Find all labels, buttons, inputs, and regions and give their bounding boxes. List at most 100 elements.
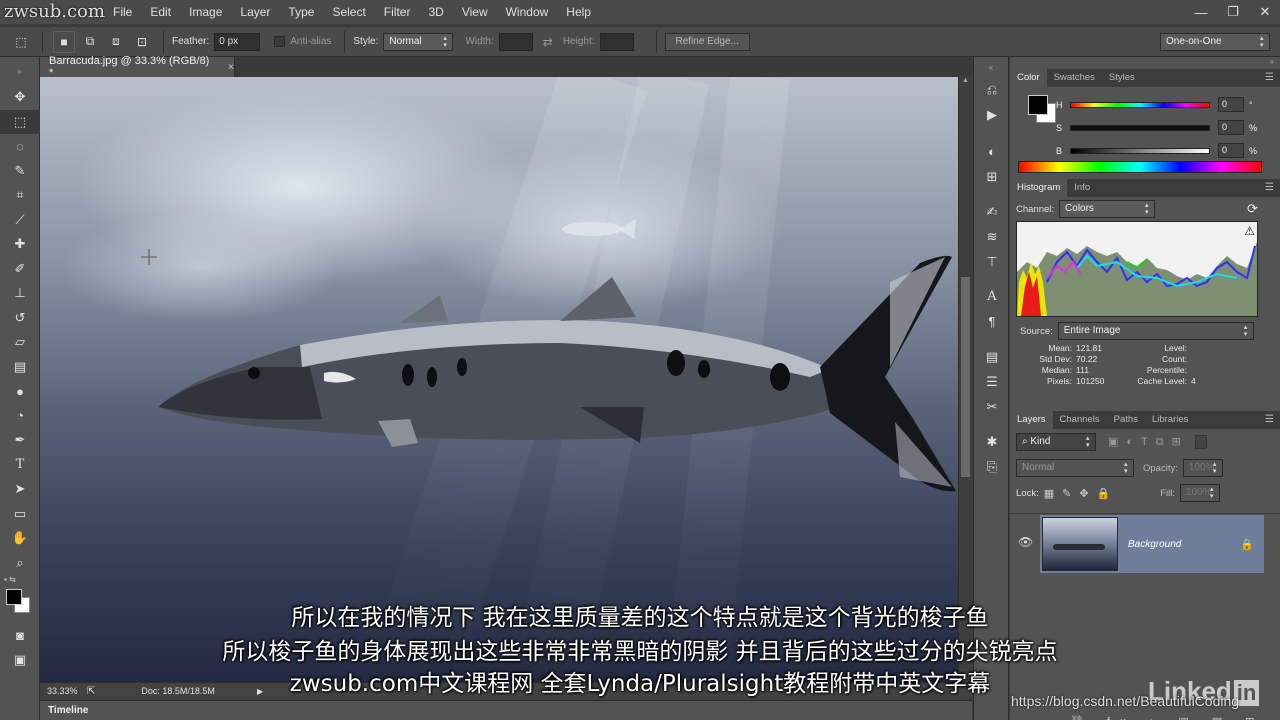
feather-input[interactable]: 0 px xyxy=(214,32,261,51)
refresh-icon[interactable]: ⟳ xyxy=(1247,201,1258,217)
panels-collapse-icon[interactable]: » xyxy=(1010,57,1280,69)
character-panel-icon[interactable]: A xyxy=(974,284,1010,309)
lock-icons[interactable]: ▦✎✥🔒 xyxy=(1044,487,1119,500)
style-dropdown[interactable]: Normal xyxy=(383,32,454,51)
eraser-tool-icon[interactable]: ▱ xyxy=(0,330,40,355)
tab-info[interactable]: Info xyxy=(1067,179,1097,197)
scroll-up-icon[interactable]: ▲ xyxy=(959,77,972,84)
clone-stamp-tool-icon[interactable]: ⊥ xyxy=(0,281,40,306)
refine-edge-button[interactable]: Refine Edge... xyxy=(664,32,750,51)
color-fg-swatch[interactable] xyxy=(1028,95,1048,115)
minimize-button[interactable]: — xyxy=(1194,5,1208,20)
layer-row-background[interactable]: Background 🔒 xyxy=(1040,515,1264,573)
filter-toggle[interactable] xyxy=(1194,435,1207,449)
quick-select-tool-icon[interactable]: ✎ xyxy=(0,159,40,184)
history-brush-tool-icon[interactable]: ↺ xyxy=(0,306,40,331)
tab-swatches[interactable]: Swatches xyxy=(1047,69,1102,87)
slider-track[interactable] xyxy=(1070,147,1210,154)
hand-tool-icon[interactable]: ✋ xyxy=(0,526,40,551)
antialias-checkbox[interactable] xyxy=(274,36,286,47)
menu-select[interactable]: Select xyxy=(323,0,374,24)
blur-tool-icon[interactable]: ● xyxy=(0,379,40,404)
slider-track[interactable] xyxy=(1070,124,1210,131)
timeline-panel-icon[interactable]: ⎘ xyxy=(974,454,1010,479)
close-document-icon[interactable]: × xyxy=(228,62,234,73)
gradient-tool-icon[interactable]: ▤ xyxy=(0,355,40,380)
tab-color[interactable]: Color xyxy=(1010,69,1047,87)
move-tool-icon[interactable]: ✥ xyxy=(0,85,40,110)
channel-value-input[interactable]: 0 xyxy=(1218,97,1244,112)
close-button[interactable]: ✕ xyxy=(1258,4,1272,20)
channel-value-input[interactable]: 0 xyxy=(1218,143,1244,158)
clone-source-icon[interactable]: ⊤ xyxy=(974,249,1010,274)
height-input[interactable] xyxy=(599,32,634,51)
crop-tool-icon[interactable]: ⌗ xyxy=(0,183,40,208)
tab-styles[interactable]: Styles xyxy=(1102,69,1142,87)
actions-panel-icon[interactable]: ▶ xyxy=(974,102,1010,127)
tab-layers[interactable]: Layers xyxy=(1010,411,1053,429)
tab-histogram[interactable]: Histogram xyxy=(1010,179,1068,197)
history-panel-icon[interactable]: ⎌ xyxy=(974,77,1010,102)
strip-collapse-icon[interactable]: « xyxy=(974,57,1008,77)
layer-filter-icons[interactable]: ▣◐T⧉⊞ xyxy=(1108,435,1189,449)
dodge-tool-icon[interactable]: ◔ xyxy=(0,404,40,429)
adjustments-panel-icon[interactable]: ◐ xyxy=(974,139,1010,164)
channel-dropdown[interactable]: Colors xyxy=(1059,200,1156,218)
tools-collapse-icon[interactable]: » xyxy=(0,57,39,85)
fill-input[interactable]: 100% xyxy=(1180,484,1221,502)
layer-visibility-eye-icon[interactable]: 👁 xyxy=(1018,535,1033,549)
menu-help[interactable]: Help xyxy=(557,0,600,24)
menu-filter[interactable]: Filter xyxy=(375,0,420,24)
menu-view[interactable]: View xyxy=(453,0,497,24)
histogram-panel-menu-icon[interactable]: ☰ xyxy=(1265,182,1274,193)
color-spectrum-bar[interactable] xyxy=(1018,161,1262,173)
layer-comps-icon[interactable]: ▤ xyxy=(974,344,1010,369)
menu-layer[interactable]: Layer xyxy=(231,0,279,24)
menu-type[interactable]: Type xyxy=(279,0,323,24)
channel-value-input[interactable]: 0 xyxy=(1218,120,1244,135)
lasso-tool-icon[interactable]: ◌ xyxy=(0,134,40,159)
layers-panel-menu-icon[interactable]: ☰ xyxy=(1265,414,1274,425)
tab-libraries[interactable]: Libraries xyxy=(1145,411,1195,429)
scroll-thumb[interactable] xyxy=(961,277,970,477)
marquee-tool-icon[interactable]: ⬚ xyxy=(0,109,40,134)
default-colors-icon[interactable]: ▪ ⇆ xyxy=(0,575,39,584)
restore-button[interactable]: ❐ xyxy=(1226,4,1240,20)
path-select-tool-icon[interactable]: ➤ xyxy=(0,477,40,502)
color-panel-menu-icon[interactable]: ☰ xyxy=(1265,72,1274,83)
3d-panel-icon[interactable]: ✱ xyxy=(974,429,1010,454)
marquee-preset-icon[interactable]: ⬚ xyxy=(10,31,32,53)
slider-track[interactable] xyxy=(1070,101,1210,108)
eyedropper-tool-icon[interactable]: ⟋ xyxy=(0,208,40,233)
menu-image[interactable]: Image xyxy=(180,0,231,24)
width-input[interactable] xyxy=(498,32,533,51)
subtract-selection-icon[interactable]: ⧈ xyxy=(105,31,127,53)
image-canvas[interactable] xyxy=(40,77,958,682)
source-dropdown[interactable]: Entire Image xyxy=(1057,322,1254,340)
tab-channels[interactable]: Channels xyxy=(1053,411,1107,429)
add-selection-icon[interactable]: ⧉ xyxy=(79,31,101,53)
timeline-panel-tab[interactable]: Timeline xyxy=(40,700,972,720)
menu-3d[interactable]: 3D xyxy=(419,0,452,24)
canvas-vertical-scrollbar[interactable]: ▲ xyxy=(958,77,972,682)
new-selection-icon[interactable]: ■ xyxy=(53,30,75,53)
workspace-dropdown[interactable]: One-on-One xyxy=(1160,33,1270,51)
document-tab[interactable]: Barracuda.jpg @ 33.3% (RGB/8) * × xyxy=(40,55,235,79)
brush-tool-icon[interactable]: ✐ xyxy=(0,257,40,282)
brush-panel-icon[interactable]: ≋ xyxy=(974,224,1010,249)
layer-filter-dropdown[interactable]: ⌕ Kind xyxy=(1016,433,1096,451)
tool-presets-icon[interactable]: ✂ xyxy=(974,394,1010,419)
layers-footer-icons[interactable]: ⛓ fx ◐ ▣ ▤ ⊞ 🗑 xyxy=(1070,715,1280,720)
type-tool-icon[interactable]: T xyxy=(0,453,40,478)
pen-tool-icon[interactable]: ✒ xyxy=(0,428,40,453)
notes-panel-icon[interactable]: ☰ xyxy=(974,369,1010,394)
properties-panel-icon[interactable]: ⊞ xyxy=(974,164,1010,189)
menu-file[interactable]: File xyxy=(104,0,141,24)
swap-dimensions-icon[interactable]: ⇄ xyxy=(543,35,553,49)
menu-edit[interactable]: Edit xyxy=(141,0,180,24)
paragraph-panel-icon[interactable]: ¶ xyxy=(974,309,1010,334)
intersect-selection-icon[interactable]: ⊡ xyxy=(131,31,153,53)
blend-mode-dropdown[interactable]: Normal xyxy=(1016,459,1134,477)
tab-paths[interactable]: Paths xyxy=(1107,411,1145,429)
zoom-tool-icon[interactable]: ⌕ xyxy=(0,551,40,576)
